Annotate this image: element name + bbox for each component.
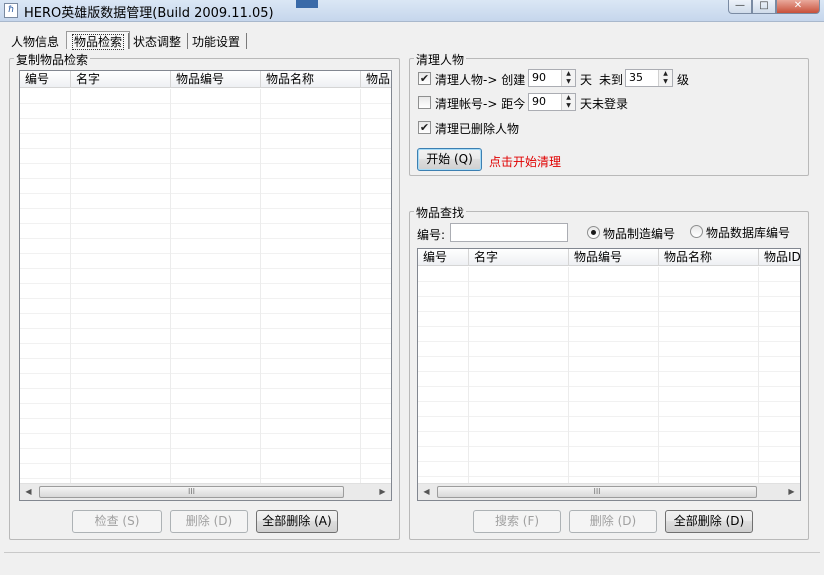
item-id-label: 编号:: [417, 228, 446, 242]
status-bar: [4, 552, 820, 572]
search-button[interactable]: 搜索 (F): [473, 510, 561, 533]
not-reach-label: 未到: [599, 73, 624, 87]
copy-item-list[interactable]: 编号 名字 物品编号 物品名称 物品I ◀ III ▶: [19, 70, 392, 501]
scroll-thumb[interactable]: III: [437, 486, 757, 498]
column-header[interactable]: 名字: [71, 71, 171, 88]
scroll-right-icon[interactable]: ▶: [374, 484, 391, 500]
column-header[interactable]: 编号: [20, 71, 71, 88]
item-find-list[interactable]: 编号 名字 物品编号 物品名称 物品ID ◀ III ▶: [417, 248, 801, 501]
item-id-input[interactable]: [450, 223, 568, 242]
list-rows: [418, 267, 800, 483]
grid-line: [70, 89, 71, 483]
spin-value: 90: [532, 95, 546, 108]
cleanup-account-checkbox[interactable]: [418, 96, 431, 109]
delete-button[interactable]: 删除 (D): [170, 510, 248, 533]
level-spinbox[interactable]: 35 ▲ ▼: [625, 69, 673, 87]
horizontal-scrollbar[interactable]: ◀ III ▶: [418, 483, 800, 500]
scroll-right-icon[interactable]: ▶: [783, 484, 800, 500]
column-header[interactable]: 物品名称: [261, 71, 361, 88]
login-days-spinbox[interactable]: 90 ▲ ▼: [528, 93, 576, 111]
cleanup-deleted-label: 清理已删除人物: [435, 122, 520, 136]
spin-value: 90: [532, 71, 546, 84]
minimize-button[interactable]: —: [728, 0, 752, 14]
tab-item-search[interactable]: 物品检索: [66, 31, 131, 50]
column-header[interactable]: 编号: [418, 249, 469, 266]
tab-divider: [246, 33, 247, 49]
scroll-left-icon[interactable]: ◀: [418, 484, 435, 500]
app-icon: ℏ: [4, 3, 18, 18]
cleanup-character-label: 清理人物-> 创建: [435, 73, 526, 87]
scroll-thumb[interactable]: III: [39, 486, 344, 498]
column-header[interactable]: 物品ID: [759, 249, 800, 266]
column-header[interactable]: 名字: [469, 249, 569, 266]
spin-arrows-icon[interactable]: ▲ ▼: [561, 94, 575, 110]
spin-value: 35: [629, 71, 643, 84]
grid-line: [568, 267, 569, 483]
grid-line: [360, 89, 361, 483]
copy-search-label: 复制物品检索: [14, 51, 91, 68]
spin-arrows-icon[interactable]: ▲ ▼: [658, 70, 672, 86]
tab-character-info[interactable]: 人物信息: [6, 32, 64, 50]
days-unit-label: 天: [580, 73, 593, 87]
window-title: HERO英雄版数据管理(Build 2009.11.05): [24, 6, 274, 21]
column-header[interactable]: 物品编号: [569, 249, 659, 266]
grid-line: [468, 267, 469, 483]
find-delete-all-button[interactable]: 全部删除 (D): [665, 510, 753, 533]
scroll-left-icon[interactable]: ◀: [20, 484, 37, 500]
delete-all-button[interactable]: 全部删除 (A): [256, 510, 338, 533]
list-header: 编号 名字 物品编号 物品名称 物品ID: [418, 249, 800, 266]
grid-line: [170, 89, 171, 483]
column-header[interactable]: 物品编号: [171, 71, 261, 88]
item-find-label: 物品查找: [414, 204, 467, 221]
radio-make-id-label: 物品制造编号: [603, 227, 676, 241]
start-hint-text: 点击开始清理: [489, 155, 562, 169]
cleanup-character-checkbox[interactable]: ✔: [418, 72, 431, 85]
maximize-button[interactable]: □: [752, 0, 776, 14]
tab-function-settings[interactable]: 功能设置: [187, 32, 245, 50]
check-button[interactable]: 检查 (S): [72, 510, 162, 533]
grid-line: [658, 267, 659, 483]
column-header[interactable]: 物品名称: [659, 249, 759, 266]
start-button[interactable]: 开始 (Q): [417, 148, 482, 171]
close-button[interactable]: ✕: [776, 0, 820, 14]
column-header[interactable]: 物品I: [361, 71, 391, 88]
list-header: 编号 名字 物品编号 物品名称 物品I: [20, 71, 391, 88]
radio-make-id[interactable]: [587, 226, 600, 239]
taskbar-fragment: [296, 0, 318, 8]
radio-db-id-label: 物品数据库编号: [706, 226, 791, 240]
grid-line: [260, 89, 261, 483]
find-delete-button[interactable]: 删除 (D): [569, 510, 657, 533]
create-days-spinbox[interactable]: 90 ▲ ▼: [528, 69, 576, 87]
tab-status-adjust[interactable]: 状态调整: [128, 32, 186, 50]
list-rows: [20, 89, 391, 483]
radio-db-id[interactable]: [690, 225, 703, 238]
cleanup-account-label: 清理帐号-> 距今: [435, 97, 526, 111]
cleanup-label: 清理人物: [414, 51, 467, 68]
cleanup-deleted-checkbox[interactable]: ✔: [418, 121, 431, 134]
not-logged-in-label: 天未登录: [580, 97, 629, 111]
level-unit-label: 级: [677, 73, 690, 87]
horizontal-scrollbar[interactable]: ◀ III ▶: [20, 483, 391, 500]
spin-arrows-icon[interactable]: ▲ ▼: [561, 70, 575, 86]
grid-line: [758, 267, 759, 483]
